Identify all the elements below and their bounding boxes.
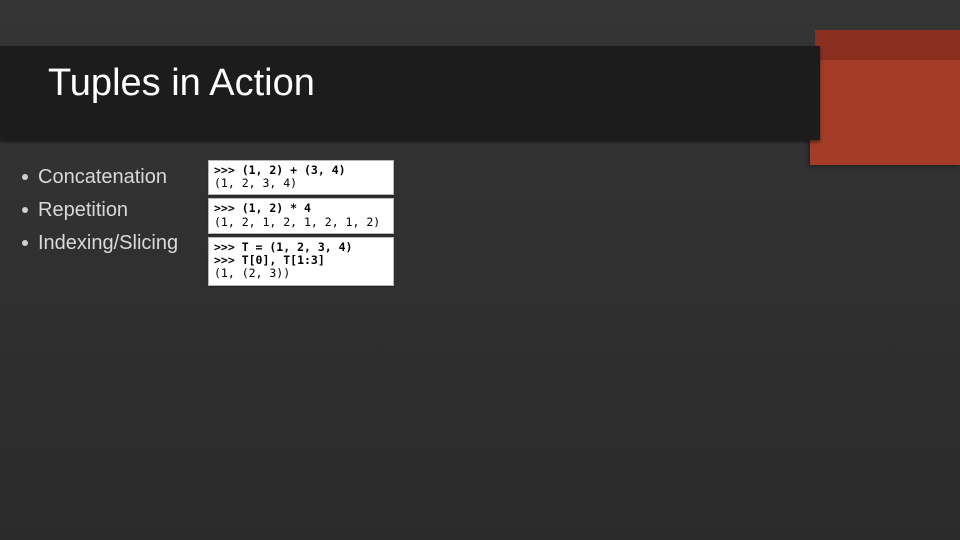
slide-title: Tuples in Action [48, 62, 315, 105]
bullet-label: Repetition [38, 195, 128, 226]
slide: Tuples in Action Concatenation Repetitio… [0, 0, 960, 540]
bullet-list: Concatenation Repetition Indexing/Slicin… [22, 162, 178, 261]
code-output: (1, (2, 3)) [214, 266, 290, 280]
code-output: (1, 2, 3, 4) [214, 176, 297, 190]
code-output: (1, 2, 1, 2, 1, 2, 1, 2) [214, 215, 380, 229]
accent-bar-top [815, 30, 960, 60]
bullet-label: Indexing/Slicing [38, 228, 178, 259]
list-item: Concatenation [22, 162, 178, 193]
accent-bar-main [810, 60, 960, 165]
code-panels: >>> (1, 2) + (3, 4) (1, 2, 3, 4) >>> (1,… [208, 160, 394, 286]
code-box-index: >>> T = (1, 2, 3, 4) >>> T[0], T[1:3] (1… [208, 237, 394, 286]
bullet-icon [22, 240, 28, 246]
list-item: Indexing/Slicing [22, 228, 178, 259]
code-input: >>> (1, 2) * 4 [214, 201, 311, 215]
code-box-concat: >>> (1, 2) + (3, 4) (1, 2, 3, 4) [208, 160, 394, 195]
code-input: >>> T = (1, 2, 3, 4) [214, 240, 352, 254]
bullet-label: Concatenation [38, 162, 167, 193]
code-input: >>> T[0], T[1:3] [214, 253, 325, 267]
code-box-repeat: >>> (1, 2) * 4 (1, 2, 1, 2, 1, 2, 1, 2) [208, 198, 394, 233]
bullet-icon [22, 207, 28, 213]
bullet-icon [22, 174, 28, 180]
code-input: >>> (1, 2) + (3, 4) [214, 163, 346, 177]
list-item: Repetition [22, 195, 178, 226]
